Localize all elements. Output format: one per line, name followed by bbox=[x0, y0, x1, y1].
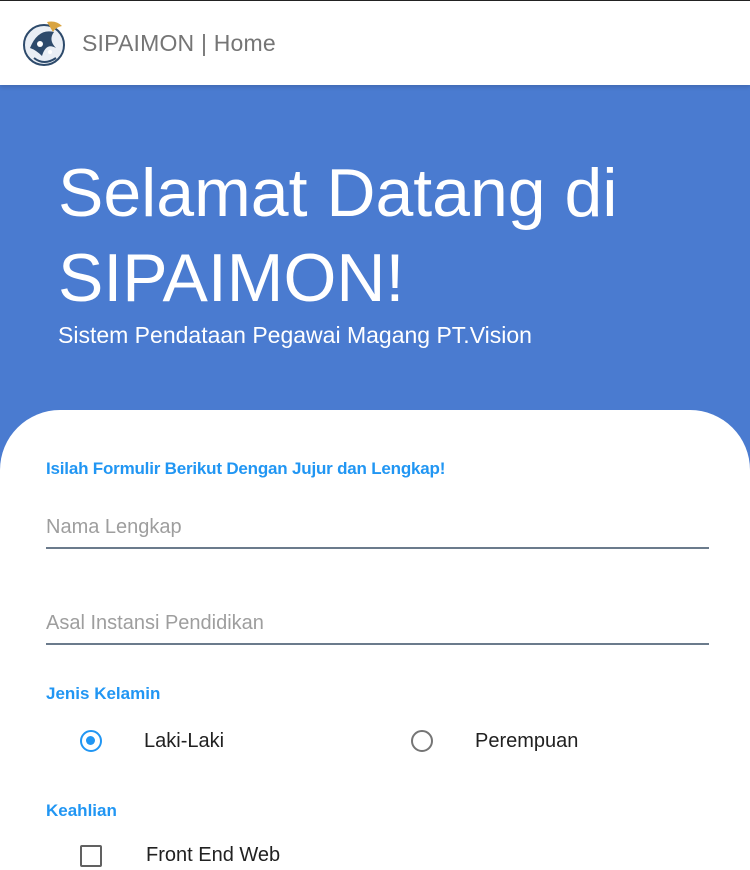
checkbox-front-end-web-label: Front End Web bbox=[146, 844, 281, 866]
nama-lengkap-input[interactable] bbox=[46, 507, 709, 547]
asal-instansi-field[interactable] bbox=[46, 603, 709, 645]
form-card: Isilah Formulir Berikut Dengan Jujur dan… bbox=[0, 410, 750, 870]
radio-checked-icon[interactable] bbox=[80, 730, 102, 752]
keahlian-label: Keahlian bbox=[46, 801, 117, 820]
radio-laki-laki-label: Laki-Laki bbox=[144, 729, 225, 752]
radio-perempuan-label: Perempuan bbox=[475, 729, 579, 752]
radio-unchecked-icon[interactable] bbox=[411, 730, 433, 752]
checkbox-front-end-web[interactable]: Front End Web bbox=[80, 844, 280, 867]
app-title: SIPAIMON | Home bbox=[82, 30, 276, 56]
app-bar: SIPAIMON | Home bbox=[0, 0, 750, 85]
hero-banner: Selamat Datang di SIPAIMON! Sistem Penda… bbox=[0, 85, 750, 415]
asal-instansi-input[interactable] bbox=[46, 603, 709, 643]
hero-subtitle: Sistem Pendataan Pegawai Magang PT.Visio… bbox=[58, 322, 532, 348]
jenis-kelamin-label: Jenis Kelamin bbox=[46, 684, 161, 703]
radio-perempuan[interactable]: Perempuan bbox=[411, 726, 578, 756]
radio-laki-laki[interactable]: Laki-Laki bbox=[80, 726, 224, 756]
nama-lengkap-field[interactable] bbox=[46, 507, 709, 549]
hero-title: Selamat Datang di SIPAIMON! bbox=[58, 155, 618, 316]
checkbox-icon[interactable] bbox=[80, 844, 102, 867]
form-caption: Isilah Formulir Berikut Dengan Jujur dan… bbox=[46, 459, 446, 478]
sipaimon-logo-icon[interactable] bbox=[20, 18, 68, 68]
